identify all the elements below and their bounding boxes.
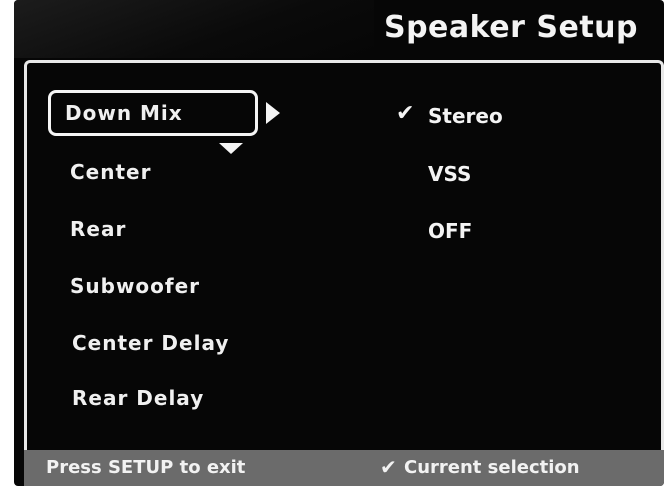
menu-item-label: Down Mix xyxy=(65,101,183,125)
osd-screen: Speaker Setup Down Mix Center Rear Subwo… xyxy=(14,0,664,486)
arrow-right-icon xyxy=(266,102,280,124)
check-icon: ✔ xyxy=(380,455,397,479)
menu-item-center-delay[interactable]: Center Delay xyxy=(72,331,229,355)
screen-glare xyxy=(14,0,374,58)
menu-item-label: Subwoofer xyxy=(70,274,201,298)
current-selection-legend: Current selection xyxy=(404,457,580,478)
option-label: Stereo xyxy=(428,104,503,128)
menu-item-down-mix[interactable]: Down Mix xyxy=(48,90,258,136)
option-label: OFF xyxy=(428,219,473,243)
menu-item-label: Center xyxy=(70,160,152,184)
arrow-down-icon xyxy=(219,143,243,154)
menu-item-rear-delay[interactable]: Rear Delay xyxy=(72,386,204,410)
menu-item-subwoofer[interactable]: Subwoofer xyxy=(70,274,200,298)
menu-item-label: Center Delay xyxy=(72,331,230,355)
footer-bar: Press SETUP to exit ✔ Current selection xyxy=(24,450,664,486)
menu-item-label: Rear Delay xyxy=(72,386,205,410)
menu-item-center[interactable]: Center xyxy=(70,160,151,184)
option-label: VSS xyxy=(428,162,472,186)
menu-item-label: Rear xyxy=(70,217,127,241)
option-off[interactable]: OFF xyxy=(428,219,472,243)
option-stereo[interactable]: Stereo xyxy=(428,104,503,128)
menu-item-rear[interactable]: Rear xyxy=(70,217,126,241)
check-icon: ✔ xyxy=(396,101,415,126)
page-title: Speaker Setup xyxy=(383,10,638,45)
exit-hint: Press SETUP to exit xyxy=(46,457,246,478)
option-vss[interactable]: VSS xyxy=(428,162,471,186)
